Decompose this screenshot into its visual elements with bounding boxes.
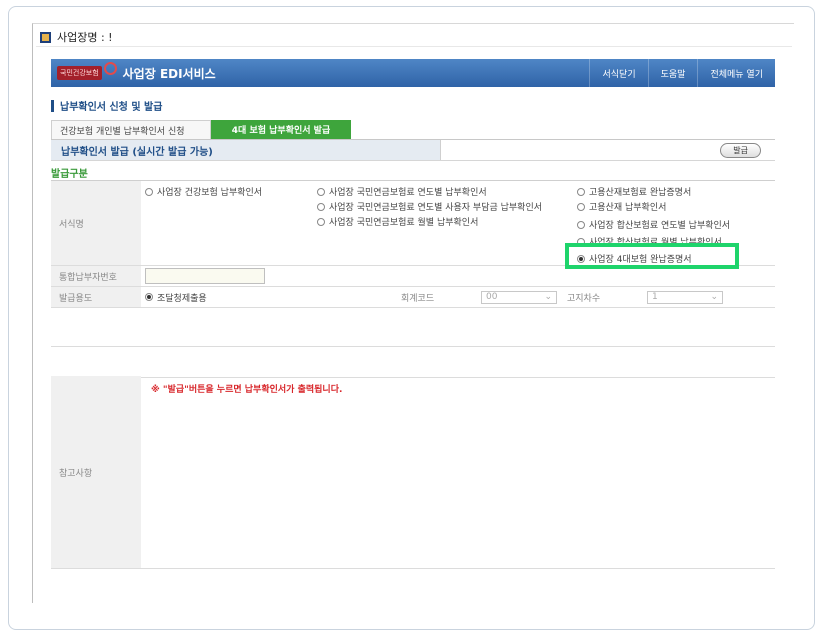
open-all-menu-button[interactable]: 전체메뉴 열기 [697, 59, 775, 87]
close-form-button[interactable]: 서식닫기 [589, 59, 647, 87]
option-label: 고용산재보험료 완납증명서 [589, 188, 692, 198]
payer-number-input[interactable] [145, 268, 265, 284]
issue-form: 서식명 사업장 건강보험 납부확인서 사업장 국민연금보험료 연도별 납부확인서… [51, 180, 775, 308]
radio-selected-icon[interactable] [145, 293, 153, 301]
tab-four-insurance[interactable]: 4대 보험 납부확인서 발급 [211, 120, 351, 139]
option-label: 사업장 합산보험료 연도별 납부확인서 [589, 221, 731, 231]
help-button[interactable]: 도움말 [647, 59, 698, 87]
option-label: 조달청제출용 [157, 293, 207, 304]
logo-mark-icon [103, 61, 117, 75]
subbar-title: 납부확인서 발급 (실시간 발급 가능) [51, 140, 441, 160]
subbar-actions: 발급 [441, 140, 775, 160]
option-label: 사업장 국민연금보험료 연도별 사용자 부담금 납부확인서 [329, 203, 543, 213]
notes-label: 참고사항 [51, 376, 141, 568]
purpose-label: 발급용도 [51, 287, 141, 307]
option-pension-yearly[interactable]: 사업장 국민연금보험료 연도별 납부확인서 [317, 185, 487, 198]
option-combined-yearly[interactable]: 사업장 합산보험료 연도별 납부확인서 [577, 218, 730, 231]
option-procurement[interactable]: 조달청제출용 [141, 291, 391, 304]
option-label: 사업장 국민연금보험료 연도별 납부확인서 [329, 188, 487, 198]
window-title-bar: 사업장명 : ! [40, 29, 113, 45]
window-icon [40, 31, 51, 43]
radio-icon[interactable] [317, 202, 325, 211]
chevron-down-icon: ⌄ [544, 292, 552, 302]
window-title: 사업장명 : ! [57, 31, 113, 44]
purpose-cell: 조달청제출용 회계코드 00 ⌄ 고지차수 1 ⌄ [141, 287, 775, 307]
tab-individual-health[interactable]: 건강보험 개인별 납부확인서 신청 [51, 120, 211, 139]
title-divider [36, 46, 792, 47]
issue-button[interactable]: 발급 [720, 142, 761, 158]
purpose-row: 발급용도 조달청제출용 회계코드 00 ⌄ 고지차수 1 ⌄ [51, 287, 775, 308]
notes-text: ※ "발급"버튼을 누르면 납부확인서가 출력됩니다. [151, 385, 343, 395]
radio-icon[interactable] [317, 187, 325, 196]
logo: 국민건강보험 [57, 61, 117, 80]
radio-icon[interactable] [577, 187, 585, 196]
highlight-box [565, 243, 739, 269]
account-code-select[interactable]: 00 ⌄ [481, 290, 557, 304]
section-title-text: 납부확인서 신청 및 발급 [60, 102, 163, 113]
form-name-options: 사업장 건강보험 납부확인서 사업장 국민연금보험료 연도별 납부확인서 사업장… [141, 181, 775, 269]
option-label: 고용산재 납부확인서 [589, 203, 667, 213]
payer-number-cell [141, 266, 775, 286]
radio-icon[interactable] [145, 187, 153, 196]
form-name-label: 서식명 [51, 181, 141, 265]
notice-label: 고지차수 [567, 293, 601, 304]
section-title: 납부확인서 신청 및 발급 [51, 98, 162, 113]
option-label: 사업장 건강보험 납부확인서 [157, 188, 263, 198]
notice-value: 1 [652, 292, 658, 302]
option-health-insurance[interactable]: 사업장 건강보험 납부확인서 [145, 185, 262, 198]
tab-bar: 건강보험 개인별 납부확인서 신청 4대 보험 납부확인서 발급 [51, 120, 351, 139]
app-title: 사업장 EDI서비스 [122, 66, 216, 81]
notes-row: 참고사항 ※ "발급"버튼을 누르면 납부확인서가 출력됩니다. [51, 376, 775, 569]
app-header: 국민건강보험 사업장 EDI서비스 서식닫기 도움말 전체메뉴 열기 [51, 59, 775, 87]
sub-header: 납부확인서 발급 (실시간 발급 가능) 발급 [51, 140, 775, 161]
payer-number-row: 통합납부자번호 [51, 266, 775, 287]
chevron-down-icon: ⌄ [710, 292, 718, 302]
header-menu: 서식닫기 도움말 전체메뉴 열기 [589, 59, 775, 87]
notice-select[interactable]: 1 ⌄ [647, 290, 723, 304]
payer-number-label: 통합납부자번호 [51, 266, 141, 286]
radio-icon[interactable] [317, 217, 325, 226]
logo-badge: 국민건강보험 [57, 66, 102, 80]
option-pension-yearly-employer[interactable]: 사업장 국민연금보험료 연도별 사용자 부담금 납부확인서 [317, 200, 542, 213]
spacer-band [51, 346, 775, 378]
form-name-row: 서식명 사업장 건강보험 납부확인서 사업장 국민연금보험료 연도별 납부확인서… [51, 181, 775, 269]
account-code-label: 회계코드 [401, 293, 435, 304]
option-pension-monthly[interactable]: 사업장 국민연금보험료 월별 납부확인서 [317, 215, 478, 228]
option-employment-full-payment[interactable]: 고용산재보험료 완납증명서 [577, 185, 691, 198]
group-label: 발급구분 [51, 169, 88, 180]
option-employment-payment[interactable]: 고용산재 납부확인서 [577, 200, 666, 213]
radio-icon[interactable] [577, 220, 585, 229]
option-label: 사업장 국민연금보험료 월별 납부확인서 [329, 218, 479, 228]
section-bar [51, 99, 54, 112]
account-code-value: 00 [486, 292, 498, 302]
radio-icon[interactable] [577, 202, 585, 211]
